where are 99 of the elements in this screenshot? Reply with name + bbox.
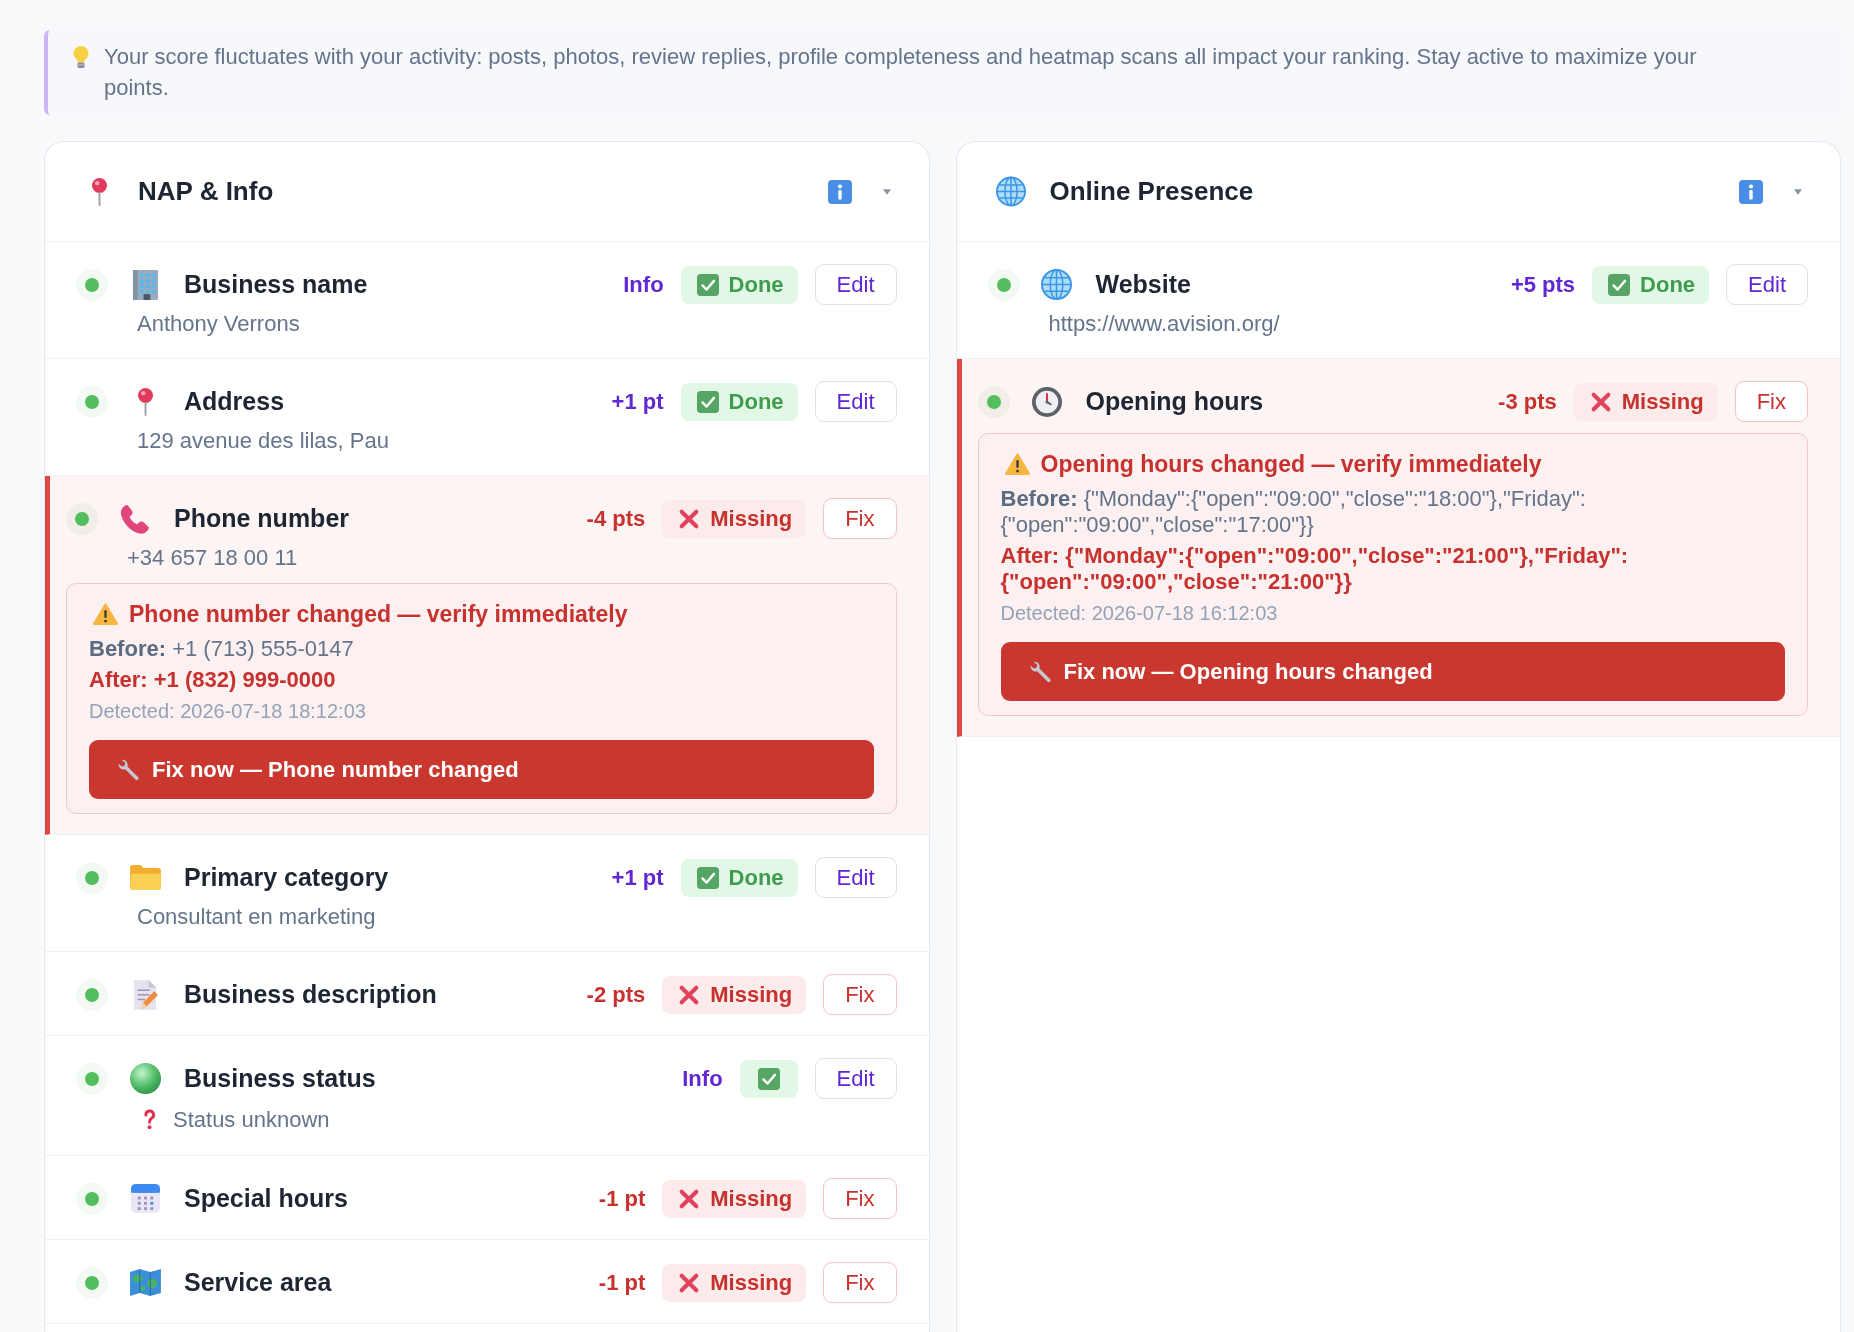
status-dot-icon (76, 1182, 108, 1215)
points-value: +1 pt (611, 864, 664, 891)
caret-icon[interactable] (1794, 188, 1802, 195)
status-text: Done (728, 271, 784, 298)
wrench-icon (118, 758, 139, 781)
before-text: Before: +1 (713) 555-0147 (89, 636, 355, 662)
cross-icon (678, 983, 701, 1006)
detected-time: Detected: 2026-07-18 18:12:03 (89, 699, 367, 724)
item-label: Service area (184, 1268, 333, 1297)
info-icon[interactable] (827, 179, 852, 204)
edit-button[interactable]: Edit (814, 857, 897, 898)
wrench-icon (1029, 660, 1051, 683)
item-label: Primary category (184, 863, 390, 892)
cross-icon (1589, 390, 1612, 413)
status-text: Missing (710, 505, 793, 532)
cross-icon (678, 1187, 701, 1210)
points-value: -1 pt (598, 1269, 646, 1296)
points-value: -4 pts (586, 505, 646, 532)
status-dot-icon (76, 978, 108, 1011)
edit-button[interactable]: Edit (814, 1058, 897, 1099)
folder-icon (129, 865, 161, 890)
status-dot-icon (977, 385, 1010, 418)
item-label: Address (184, 387, 286, 416)
cross-icon (678, 507, 701, 530)
sphere-icon (129, 1063, 161, 1094)
section-title: Online Presence (1049, 176, 1254, 207)
check-icon (1608, 273, 1631, 296)
clock-icon (1031, 386, 1062, 417)
edit-button[interactable]: Edit (814, 264, 897, 305)
fix-now-button[interactable]: Fix now — Opening hours changed (1000, 642, 1785, 701)
points-value: -2 pts (586, 981, 646, 1008)
document-pencil-icon (132, 979, 158, 1010)
status-dot-icon (76, 1266, 108, 1299)
fix-button[interactable]: Fix (1734, 381, 1808, 422)
check-icon (696, 390, 719, 413)
fix-button[interactable]: Fix (823, 1178, 897, 1219)
points-value: Info (682, 1065, 723, 1092)
status-dot-icon (987, 268, 1020, 301)
item-value: +34 657 18 00 11 (127, 544, 298, 572)
status-text: Missing (710, 981, 793, 1008)
points-value: -3 pts (1498, 388, 1557, 415)
status-dot-icon (66, 502, 98, 535)
alert-title: Opening hours changed — verify immediately (1040, 450, 1542, 478)
globe-icon (1041, 269, 1072, 300)
warning-icon (1004, 453, 1030, 475)
status-text: Done (1640, 271, 1696, 298)
fix-button[interactable]: Fix (823, 974, 897, 1015)
fix-button[interactable]: Fix (823, 1262, 897, 1303)
pin-icon (91, 177, 107, 206)
item-value: https://www.avision.org/ (1048, 310, 1280, 338)
edit-button[interactable]: Edit (814, 381, 897, 422)
warning-icon (93, 603, 118, 625)
points-value: +1 pt (611, 388, 664, 415)
cross-icon (678, 1271, 701, 1294)
item-label: Business name (184, 270, 369, 299)
item-label: Business description (184, 980, 438, 1009)
status-text: Missing (710, 1185, 793, 1212)
status-text: Missing (710, 1269, 793, 1296)
item-label: Business status (184, 1064, 377, 1093)
map-icon (129, 1269, 161, 1296)
status-dot-icon (76, 1062, 108, 1095)
phone-icon (120, 503, 150, 534)
item-value: 129 avenue des lilas, Pau (137, 427, 389, 455)
item-label: Opening hours (1085, 387, 1265, 416)
item-value: Status unknown (173, 1105, 330, 1134)
calendar-icon (130, 1184, 160, 1213)
lightbulb-icon (73, 46, 89, 68)
detected-time: Detected: 2026-07-18 16:12:03 (1000, 601, 1279, 626)
fix-now-button[interactable]: Fix now — Phone number changed (89, 740, 874, 799)
status-text: Missing (1621, 388, 1704, 415)
points-value: +5 pts (1510, 271, 1576, 298)
section-title: NAP & Info (138, 176, 274, 207)
alert-title: Phone number changed — verify immediately (129, 600, 628, 628)
globe-icon (995, 176, 1026, 207)
fix-button[interactable]: Fix (823, 498, 897, 539)
points-value: -1 pt (598, 1185, 646, 1212)
caret-icon[interactable] (882, 188, 891, 195)
item-value: Consultant en marketing (137, 903, 376, 931)
item-label: Phone number (174, 504, 350, 533)
check-icon (696, 273, 719, 296)
status-dot-icon (76, 268, 108, 301)
tip-text: Your score fluctuates with your activity: posts, photos, review replies, profile completeness and heatmap scans all impact your ranking. Stay active to maximize your points. (104, 43, 1698, 102)
edit-button[interactable]: Edit (1726, 264, 1808, 305)
pin-icon (137, 387, 153, 416)
status-dot-icon (76, 861, 108, 894)
item-value: Anthony Verrons (137, 310, 300, 338)
status-text: Done (728, 388, 784, 415)
item-label: Website (1095, 270, 1192, 299)
points-value: Info (623, 271, 664, 298)
after-text: After: +1 (832) 999-0000 (89, 667, 337, 693)
item-label: Special hours (184, 1184, 349, 1213)
before-text: Before: {"Monday":{"open":"09:00","close":"18:00"},"Friday":{"open":"09:00","close":"17:00"}} (1000, 486, 1587, 538)
building-icon (131, 269, 159, 300)
after-text: After: {"Monday":{"open":"09:00","close":"21:00"},"Friday":{"open":"09:00","close":"21:00"}} (1000, 543, 1630, 595)
check-icon (696, 866, 719, 889)
info-icon[interactable] (1739, 179, 1763, 204)
check-icon (757, 1067, 780, 1090)
status-dot-icon (76, 385, 108, 418)
status-text: Done (728, 864, 784, 891)
